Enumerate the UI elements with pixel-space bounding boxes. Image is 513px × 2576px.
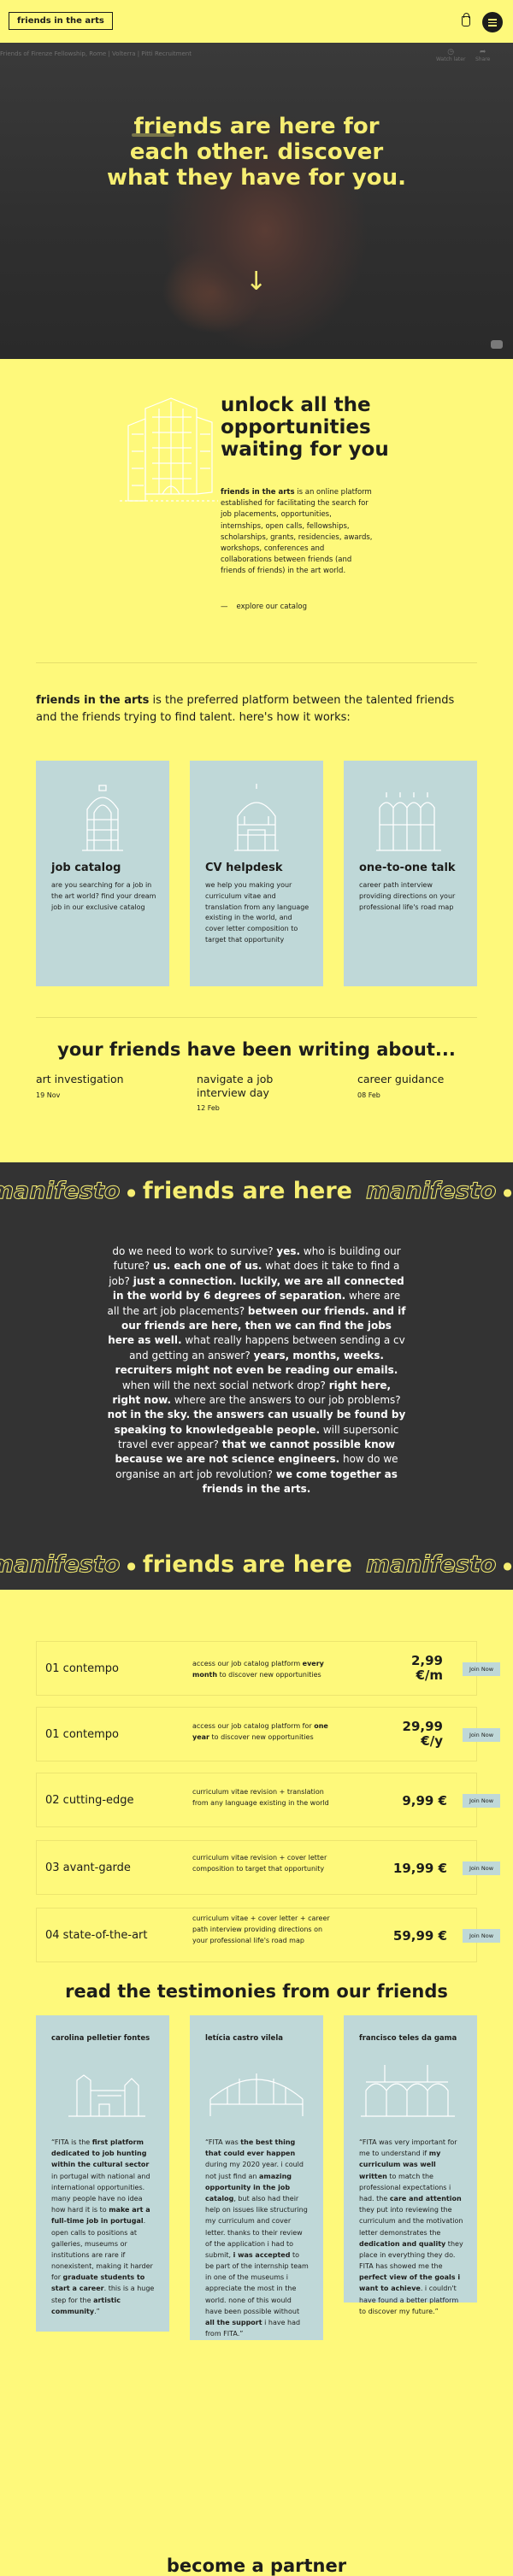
plan-description: curriculum vitae revision + cover letter… [192,1854,327,1873]
manifesto-text: do we need to work to survive? yes. who … [107,1245,406,1496]
site-header: friends in the arts [0,0,513,43]
card-title: one-to-one talk [359,862,456,874]
card-job-catalog[interactable]: job catalog are you searching for a job … [36,761,169,986]
hero-video[interactable]: Friends of Firenze Fellowship, Rome | Vo… [0,43,513,359]
share-button[interactable]: ➦ Share [475,48,490,62]
site-logo[interactable]: friends in the arts [9,12,113,30]
video-caption: Friends of Firenze Fellowship, Rome | Vo… [0,50,192,57]
plan-price: 9,99 € [402,1793,447,1808]
blog-post[interactable]: career guidance 08 Feb [357,1073,486,1099]
blog-post[interactable]: art investigation 19 Nov [36,1073,164,1099]
join-now-button[interactable]: Join Now [463,1861,500,1875]
testimonial-text: “FITA was the best thing that could ever… [205,2138,309,2338]
join-now-button[interactable]: Join Now [463,1662,500,1676]
pricing-plan-row: 03 avant-garde curriculum vitae revision … [36,1840,500,1895]
partner-heading: become a partner [166,2555,347,2576]
testimonial-author: letícia castro vilela [205,2034,283,2043]
plan-name: 01 contempo [45,1728,119,1741]
blog-post[interactable]: navigate a job interview day 12 Feb [197,1073,291,1112]
plan-price: 59,99 € [392,1928,447,1944]
plan-name: 02 cutting-edge [45,1794,134,1807]
how-it-works-section: friends in the arts is the preferred pla… [0,667,513,1162]
divider [36,1017,477,1018]
unlock-section: unlock all the opportunities waiting for… [0,359,513,667]
share-icon: ➦ [479,48,486,56]
card-description: are you searching for a job in the art w… [51,881,156,911]
arch-illustration [82,785,123,851]
pricing-section: 01 contempo access our job catalog platfo… [0,1590,513,1974]
dome-illustration [234,784,279,851]
manifesto-marquee-top: manifesto●friends are heremanifesto●frie… [0,1178,512,1205]
join-now-button[interactable]: Join Now [463,1794,500,1808]
card-title: job catalog [51,862,121,874]
card-description: we help you making your curriculum vitae… [205,881,310,944]
testimonial-author: francisco teles da gama [359,2034,457,2043]
testimonial-author: carolina pelletier fontes [51,2034,150,2043]
plan-price: 19,99 € [392,1861,447,1876]
bridge-illustration [209,2073,304,2116]
arrow-down-icon[interactable]: ↓ [245,267,267,297]
arches-illustration [361,2065,455,2117]
testimonial-card: francisco teles da gama “FITA was very i… [344,2015,477,2315]
blog-heading: your friends have been writing about... [57,1039,456,1060]
testimonials-section: read the testimonies from our friends ca… [0,1974,513,2350]
arcade-illustration [376,792,441,851]
pricing-plan-row: 01 contempo access our job catalog platfo… [36,1707,500,1761]
pricing-plan-row: 04 state-of-the-art curriculum vitae + co… [36,1908,500,1962]
testimonial-text: “FITA is the first platform dedicated to… [51,2138,155,2315]
shopping-bag-icon[interactable] [462,13,470,26]
testimonial-card: letícia castro vilela “FITA was the best… [190,2015,323,2340]
manifesto-marquee-bottom: manifesto●friends are heremanifesto●frie… [0,1551,512,1579]
plan-name: 01 contempo [45,1662,119,1675]
divider [36,662,477,663]
plan-description: curriculum vitae + cover letter + career… [192,1914,330,1944]
card-one-to-one-talk[interactable]: one-to-one talk career path interview pr… [344,761,477,986]
castle-illustration [68,2074,145,2117]
testimonial-text: “FITA was very important for me to under… [359,2138,463,2315]
clock-icon: ◷ [447,48,455,56]
plan-price: 2,99 €/m [410,1653,443,1683]
plan-description: curriculum vitae revision + translation … [192,1788,329,1807]
plan-price: 29,99 €/y [402,1719,443,1749]
card-cv-helpdesk[interactable]: CV helpdesk we help you making your curr… [190,761,323,986]
plan-description: access our job catalog platform every mo… [192,1660,324,1679]
menu-button[interactable] [482,12,503,32]
play-logo-icon[interactable] [491,340,503,349]
card-title: CV helpdesk [205,862,283,874]
plan-name: 03 avant-garde [45,1861,131,1874]
unlock-title: unlock all the opportunities waiting for… [221,394,389,461]
hero-title: friends are here for each other. discove… [106,114,407,191]
pricing-plan-row: 02 cutting-edge curriculum vitae revision… [36,1773,500,1827]
join-now-button[interactable]: Join Now [463,1728,500,1742]
plan-description: access our job catalog platform for one … [192,1722,328,1741]
card-description: career path interview providing directio… [359,881,456,911]
manifesto-section: manifesto●friends are heremanifesto●frie… [0,1162,513,1590]
menu-icon [488,19,497,21]
watch-later-button[interactable]: ◷ Watch later [436,48,465,62]
testimonials-heading: read the testimonies from our friends [65,1981,448,2002]
building-sketch-illustration [120,397,218,502]
testimonial-card: carolina pelletier fontes “FITA is the f… [36,2015,169,2332]
plan-name: 04 state-of-the-art [45,1929,148,1942]
explore-catalog-link[interactable]: explore our catalog [221,603,307,611]
join-now-button[interactable]: Join Now [463,1929,500,1943]
pricing-plan-row: 01 contempo access our job catalog platfo… [36,1641,500,1696]
unlock-description: friends in the arts is an online platfor… [221,488,373,576]
platform-intro: friends in the arts is the preferred pla… [36,694,455,725]
